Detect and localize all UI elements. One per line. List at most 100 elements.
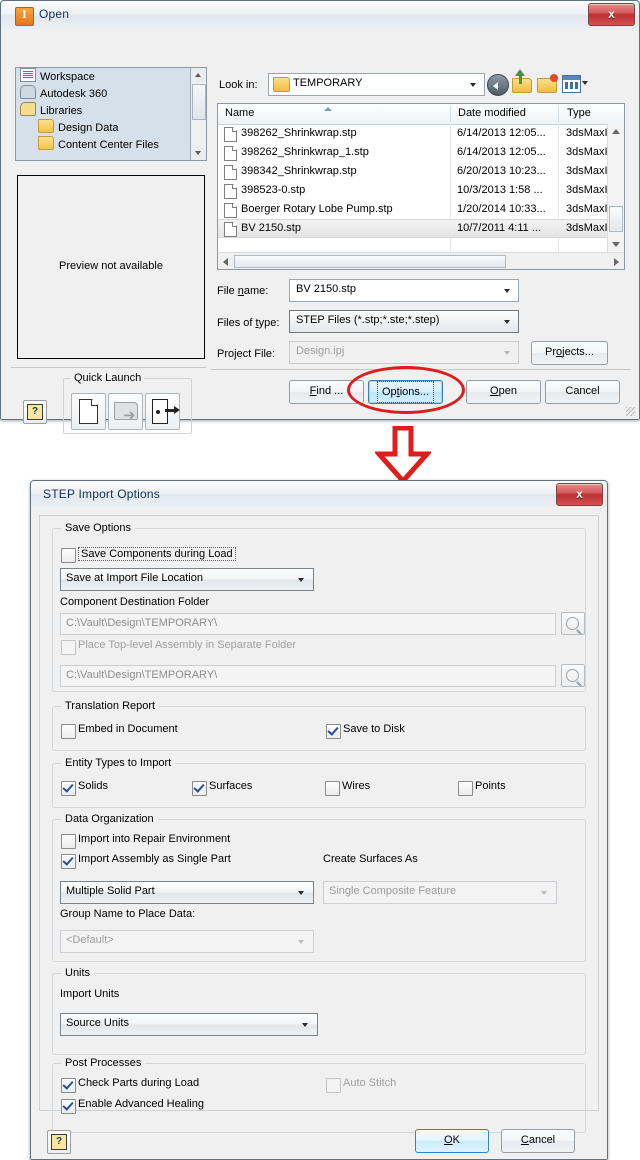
save-to-disk-label[interactable]: Save to Disk — [343, 723, 405, 735]
step-dialog-titlebar[interactable]: STEP Import Options x — [31, 481, 607, 508]
help-button[interactable]: ? — [23, 400, 47, 424]
close-icon[interactable]: x — [588, 3, 635, 26]
chevron-down-icon[interactable] — [504, 289, 510, 293]
place-item-design-data[interactable]: Design Data — [16, 119, 206, 136]
chevron-down-icon[interactable] — [302, 1023, 308, 1027]
file-name-input[interactable]: BV 2150.stp — [289, 279, 519, 302]
cancel-button[interactable]: Cancel — [545, 380, 620, 404]
new-folder-icon[interactable] — [537, 74, 558, 94]
projects-button[interactable]: Projects... — [531, 341, 608, 365]
resize-grip[interactable] — [626, 407, 635, 416]
chevron-down-icon[interactable] — [470, 83, 476, 87]
save-to-disk-checkbox[interactable] — [326, 724, 341, 739]
places-bar[interactable]: Workspace Autodesk 360 Libraries Design … — [15, 67, 207, 161]
look-in-label: Look in: — [219, 79, 258, 91]
open-dialog-titlebar[interactable]: Open x — [1, 1, 639, 30]
views-chevron-down-icon[interactable] — [582, 81, 588, 85]
repair-environment-checkbox[interactable] — [61, 834, 76, 849]
place-item-workspace[interactable]: Workspace — [16, 68, 206, 85]
browse-top-level-button[interactable] — [561, 664, 585, 687]
embed-in-document-label[interactable]: Embed in Document — [78, 723, 178, 735]
file-list[interactable]: Name Date modified Type 398262_Shrinkwra… — [217, 103, 625, 270]
places-scrollbar[interactable] — [190, 68, 206, 160]
up-folder-icon[interactable] — [512, 69, 532, 94]
quick-launch-new-button[interactable] — [71, 393, 106, 430]
embed-in-document-checkbox[interactable] — [61, 724, 76, 739]
step-dialog-body: Save Options Save Components during Load… — [31, 507, 607, 1159]
table-row[interactable]: 398262_Shrinkwrap.stp 6/14/2013 12:05...… — [218, 124, 608, 143]
single-part-checkbox[interactable] — [61, 854, 76, 869]
surfaces-checkbox[interactable] — [192, 781, 207, 796]
file-list-horizontal-scrollbar[interactable] — [218, 252, 624, 269]
open-dialog-body: Workspace Autodesk 360 Libraries Design … — [1, 29, 639, 434]
points-checkbox[interactable] — [458, 781, 473, 796]
chevron-down-icon[interactable] — [504, 320, 510, 324]
save-components-label[interactable]: Save Components during Load — [78, 547, 236, 561]
group-name-label: Group Name to Place Data: — [60, 908, 196, 920]
look-in-combo[interactable]: TEMPORARY — [268, 73, 485, 96]
file-name: BV 2150.stp — [241, 222, 301, 234]
table-row[interactable]: 398342_Shrinkwrap.stp 6/20/2013 10:23...… — [218, 162, 608, 181]
table-row-selected[interactable]: BV 2150.stp 10/7/2011 4:11 ... 3dsMaxI — [218, 219, 608, 238]
check-parts-checkbox[interactable] — [61, 1078, 76, 1093]
chevron-down-icon[interactable] — [298, 891, 304, 895]
scrollbar-thumb[interactable] — [609, 206, 623, 232]
back-icon[interactable] — [487, 74, 509, 96]
place-label: Content Center Files — [58, 139, 159, 151]
points-label[interactable]: Points — [475, 780, 506, 792]
component-destination-input[interactable]: C:\Vault\Design\TEMPORARY\ — [60, 613, 556, 635]
file-list-vertical-scrollbar[interactable] — [607, 124, 624, 252]
quick-launch-open-button[interactable]: ➜ — [108, 393, 143, 430]
column-header-name[interactable]: Name — [225, 107, 254, 119]
part-type-combo[interactable]: Multiple Solid Part — [60, 881, 314, 904]
place-item-content-center-files[interactable]: Content Center Files — [16, 136, 206, 153]
quick-launch-exit-button[interactable] — [145, 393, 180, 430]
column-header-type[interactable]: Type — [567, 107, 591, 119]
advanced-healing-label[interactable]: Enable Advanced Healing — [78, 1098, 204, 1110]
place-top-level-checkbox — [61, 640, 76, 655]
chevron-down-icon[interactable] — [298, 578, 304, 582]
step-dialog-title: STEP Import Options — [43, 487, 160, 501]
solids-label[interactable]: Solids — [78, 780, 108, 792]
wires-checkbox[interactable] — [325, 781, 340, 796]
file-type: 3dsMaxI — [566, 127, 608, 139]
component-destination-label: Component Destination Folder — [60, 596, 210, 608]
advanced-healing-checkbox[interactable] — [61, 1099, 76, 1114]
exit-arrow-icon — [165, 406, 180, 414]
single-part-label[interactable]: Import Assembly as Single Part — [78, 853, 231, 865]
repair-environment-label[interactable]: Import into Repair Environment — [78, 833, 230, 845]
table-row[interactable]: Boerger Rotary Lobe Pump.stp 1/20/2014 1… — [218, 200, 608, 219]
save-components-checkbox[interactable] — [61, 548, 76, 563]
close-icon[interactable]: x — [556, 483, 603, 506]
scroll-left-icon[interactable] — [223, 258, 228, 266]
scroll-up-icon[interactable] — [191, 68, 206, 82]
place-item-libraries[interactable]: Libraries — [16, 102, 206, 119]
chevron-down-icon — [298, 940, 304, 944]
scroll-right-icon[interactable] — [614, 258, 619, 266]
cancel-button[interactable]: Cancel — [501, 1129, 575, 1153]
scroll-down-icon[interactable] — [612, 242, 620, 247]
table-row[interactable]: 398262_Shrinkwrap_1.stp 6/14/2013 12:05.… — [218, 143, 608, 162]
surfaces-label[interactable]: Surfaces — [209, 780, 252, 792]
table-row[interactable]: 398523-0.stp 10/3/2013 1:58 ... 3dsMaxI — [218, 181, 608, 200]
files-of-type-combo[interactable]: STEP Files (*.stp;*.ste;*.step) — [289, 310, 519, 333]
open-button[interactable]: Open — [466, 380, 541, 404]
solids-checkbox[interactable] — [61, 781, 76, 796]
scroll-down-icon[interactable] — [191, 146, 206, 160]
place-item-autodesk360[interactable]: Autodesk 360 — [16, 85, 206, 102]
scroll-up-icon[interactable] — [612, 129, 620, 134]
import-units-combo[interactable]: Source Units — [60, 1013, 318, 1036]
column-header-date-modified[interactable]: Date modified — [458, 107, 526, 119]
scrollbar-thumb[interactable] — [192, 84, 206, 120]
scrollbar-thumb[interactable] — [234, 255, 506, 268]
file-name: 398523-0.stp — [241, 184, 306, 196]
views-icon[interactable] — [562, 75, 581, 93]
help-button[interactable]: ? — [47, 1130, 71, 1154]
wires-label[interactable]: Wires — [342, 780, 370, 792]
file-date: 10/3/2013 1:58 ... — [457, 184, 543, 196]
check-parts-label[interactable]: Check Parts during Load — [78, 1077, 199, 1089]
ok-button[interactable]: OK — [415, 1129, 489, 1153]
options-panel: Save Options Save Components during Load… — [39, 515, 599, 1133]
browse-component-destination-button[interactable] — [561, 612, 585, 635]
save-location-combo[interactable]: Save at Import File Location — [60, 568, 314, 591]
